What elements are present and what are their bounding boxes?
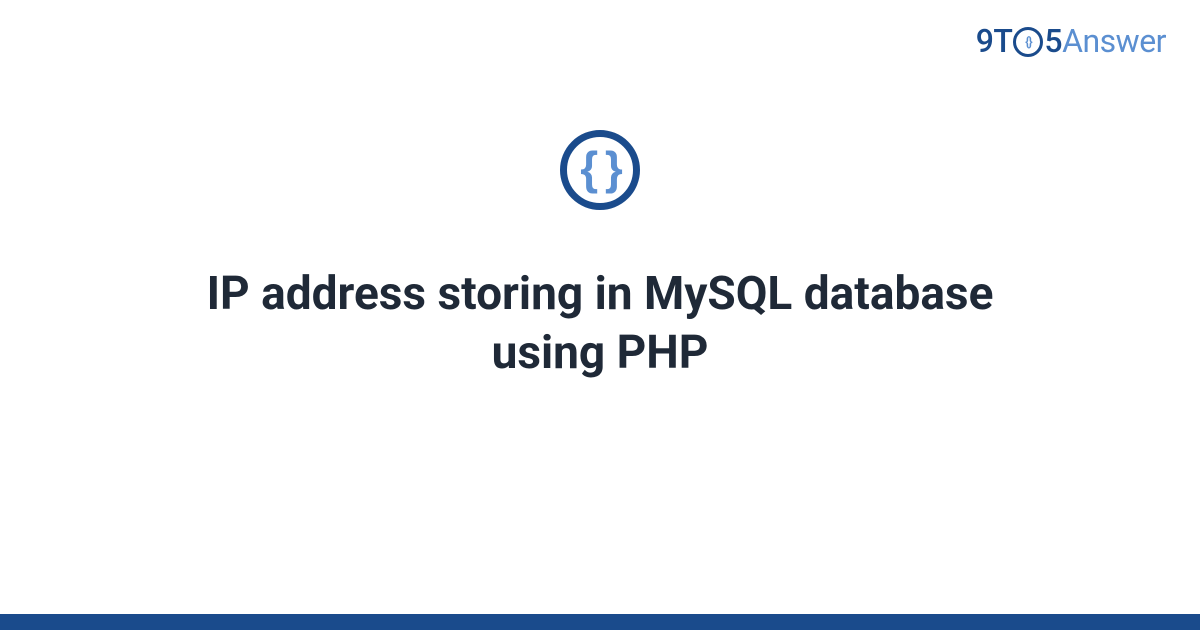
logo-text-9t: 9T	[976, 22, 1013, 60]
page-title: IP address storing in MySQL database usi…	[150, 265, 1050, 383]
logo-o-braces-icon: {}	[1025, 35, 1032, 50]
main-content: { } IP address storing in MySQL database…	[0, 130, 1200, 383]
site-logo: 9T {} 5 Answer	[976, 22, 1166, 60]
logo-text-5: 5	[1044, 22, 1062, 60]
logo-text-answer: Answer	[1062, 22, 1166, 60]
logo-o-circle: {}	[1013, 27, 1043, 57]
footer-bar	[0, 614, 1200, 630]
braces-glyph: { }	[580, 145, 620, 191]
code-braces-icon: { }	[560, 130, 640, 210]
